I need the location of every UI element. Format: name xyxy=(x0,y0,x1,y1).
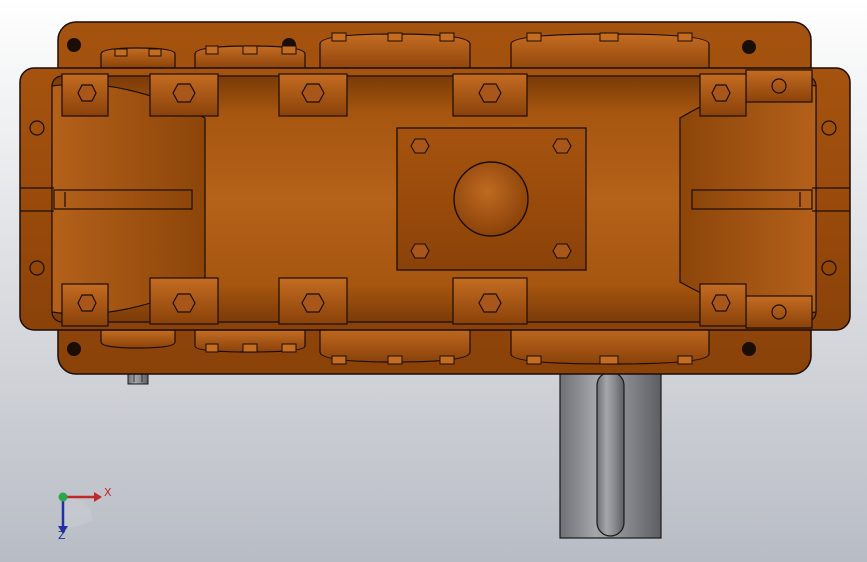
y-axis-dot xyxy=(58,492,68,502)
output-shaft[interactable] xyxy=(559,361,662,539)
x-axis-label: X xyxy=(104,486,112,499)
keyway-slot xyxy=(596,371,625,537)
cover-center-boss xyxy=(453,161,529,237)
z-axis-label: Z xyxy=(58,529,66,542)
cad-viewport[interactable]: X Z xyxy=(0,0,867,562)
